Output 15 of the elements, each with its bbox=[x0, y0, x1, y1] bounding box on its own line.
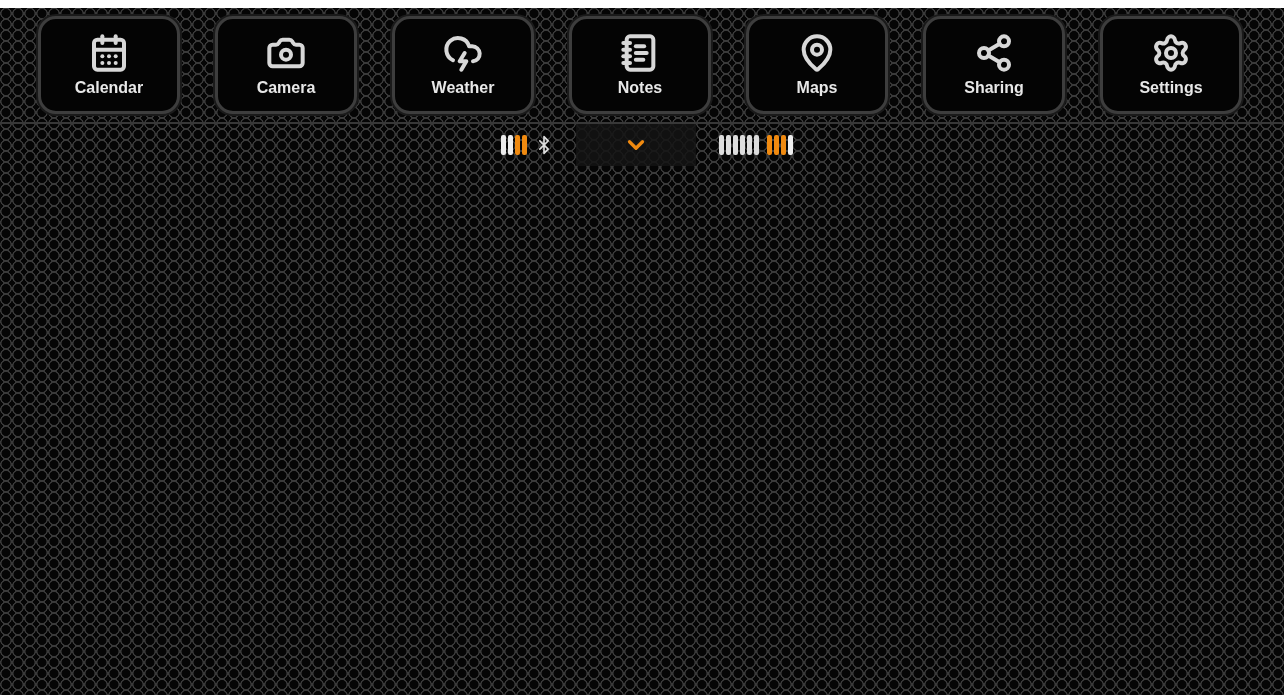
pull-down-button[interactable] bbox=[576, 124, 696, 166]
settings-icon bbox=[1151, 33, 1191, 73]
calendar-icon bbox=[89, 33, 129, 73]
app-button[interactable]: Calendar bbox=[38, 16, 180, 114]
app-button[interactable]: Notes bbox=[569, 16, 711, 114]
volume-meter-icon bbox=[766, 135, 794, 155]
app-button[interactable]: Settings bbox=[1100, 16, 1242, 114]
battery-icon bbox=[718, 135, 760, 155]
app-button[interactable]: Weather bbox=[392, 16, 534, 114]
app-button[interactable]: Sharing bbox=[923, 16, 1065, 114]
signal-meter-icon bbox=[500, 135, 528, 155]
share-icon bbox=[974, 33, 1014, 73]
app-button[interactable]: Maps bbox=[746, 16, 888, 114]
app-button[interactable]: Camera bbox=[215, 16, 357, 114]
cloud-lightning-icon bbox=[443, 33, 483, 73]
